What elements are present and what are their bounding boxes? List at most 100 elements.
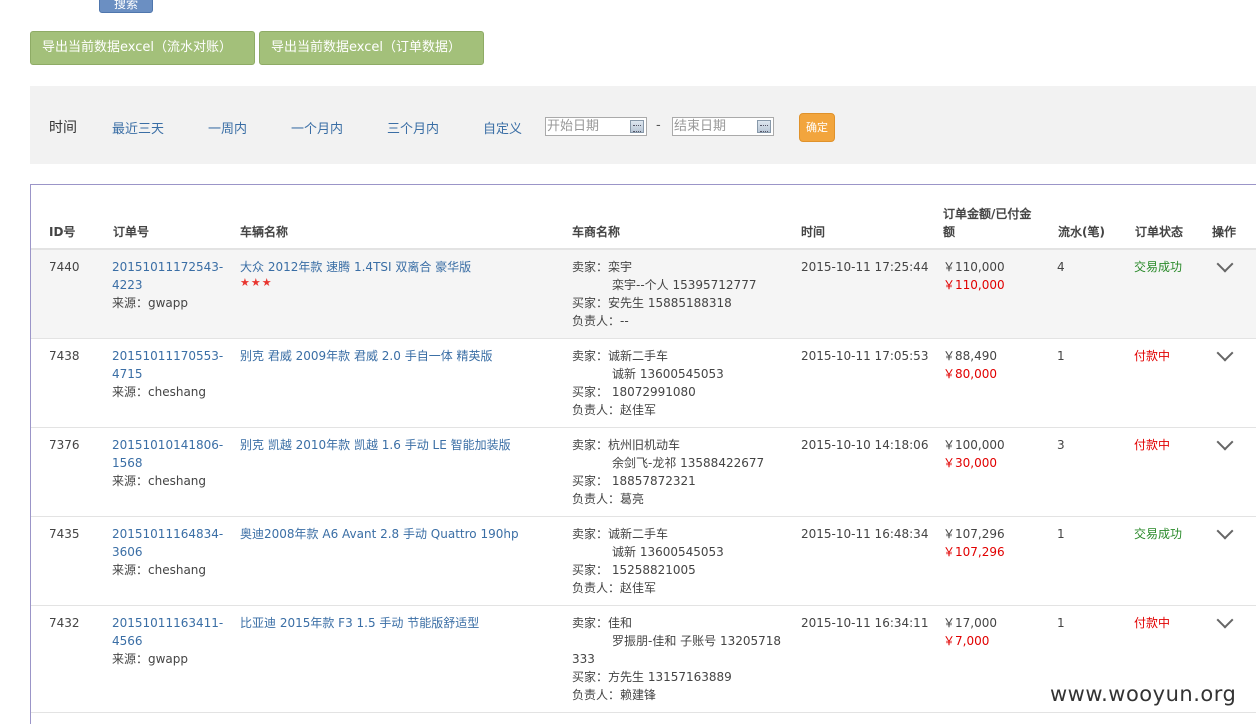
order-cell: 20151011172543-4223 来源：gwapp <box>112 258 227 312</box>
amount-cell: ￥110,000 ￥110,000 <box>943 258 1005 294</box>
header-amount-cont: 额 <box>943 225 956 239</box>
order-status: 付款中 <box>1134 616 1171 630</box>
amount-cell: ￥88,490 ￥80,000 <box>943 347 997 383</box>
header-action: 操作 <box>1212 225 1237 239</box>
seller-contact: 罗振朋-佳和 子账号 13205718 <box>612 634 782 648</box>
vehicle-name-link[interactable]: 奥迪2008年款 A6 Avant 2.8 手动 Quattro 190hp <box>240 525 519 543</box>
filter-custom[interactable]: 自定义 <box>483 118 522 137</box>
header-order-no: 订单号 <box>113 225 150 239</box>
vehicle-name-link[interactable]: 别克 君威 2009年款 君威 2.0 手自一体 精英版 <box>240 347 493 365</box>
row-id: 7438 <box>49 349 80 363</box>
header-time: 时间 <box>801 225 826 239</box>
seller-contact: 余剑飞-龙祁 13588422677 <box>612 456 765 470</box>
export-flow-excel-button[interactable]: 导出当前数据excel（流水对账） <box>30 31 255 65</box>
seller-contact: 诚新 13600545053 <box>612 545 724 559</box>
flow-count: 1 <box>1057 616 1065 630</box>
buyer-info: 买家： 15258821005 <box>572 563 696 577</box>
order-time: 2015-10-10 14:18:06 <box>801 438 929 452</box>
seller-contact: 诚新 13600545053 <box>612 367 724 381</box>
row-id: 7376 <box>49 438 80 452</box>
order-status: 付款中 <box>1134 349 1171 363</box>
end-date-input[interactable]: 结束日期 <box>672 117 774 136</box>
vehicle-name-link[interactable]: 别克 凯越 2010年款 凯越 1.6 手动 LE 智能加装版 <box>240 436 511 454</box>
row-id: 7435 <box>49 527 80 541</box>
filter-within-month[interactable]: 一个月内 <box>291 118 343 137</box>
seller-name: 卖家：诚新二手车 <box>572 527 669 541</box>
vehicle-cell: 比亚迪 2015年款 F3 1.5 手动 节能版舒适型 <box>240 614 479 632</box>
table-row: 7440 20151011172543-4223 来源：gwapp 大众 201… <box>31 250 1256 339</box>
manager-info: 负责人：葛亮 <box>572 492 645 506</box>
row-id: 7440 <box>49 260 80 274</box>
manager-info: 负责人：赖建锋 <box>572 688 657 702</box>
paid-amount: ￥110,000 <box>943 278 1005 292</box>
amount-cell: ￥17,000 ￥7,000 <box>943 614 997 650</box>
export-order-excel-button[interactable]: 导出当前数据excel（订单数据） <box>259 31 484 65</box>
seller-name: 卖家：栾宇 <box>572 260 633 274</box>
dealer-cell: 卖家：佳和 罗振朋-佳和 子账号 13205718 333 买家：方先生 131… <box>572 614 781 704</box>
chevron-down-icon[interactable] <box>1216 433 1234 451</box>
confirm-button[interactable]: 确定 <box>799 113 835 142</box>
order-number-link[interactable]: 20151011163411-4566 <box>112 614 227 650</box>
start-date-input[interactable]: 开始日期 <box>545 117 647 136</box>
order-number-link[interactable]: 20151011170553-4715 <box>112 347 227 383</box>
calendar-icon[interactable] <box>630 120 644 133</box>
order-time: 2015-10-11 16:48:34 <box>801 527 929 541</box>
header-flows: 流水(笔) <box>1058 225 1105 239</box>
dealer-cell: 卖家：杭州旧机动车 余剑飞-龙祁 13588422677 买家： 1885787… <box>572 436 764 508</box>
order-cell: 20151010141806-1568 来源：cheshang <box>112 436 227 490</box>
vehicle-cell: 奥迪2008年款 A6 Avant 2.8 手动 Quattro 190hp <box>240 525 519 543</box>
manager-info: 负责人：赵佳军 <box>572 581 657 595</box>
flow-count: 4 <box>1057 260 1065 274</box>
buyer-info: 买家：方先生 13157163889 <box>572 670 732 684</box>
seller-contact-cont: 333 <box>572 652 595 666</box>
time-filter-label: 时间 <box>49 120 77 136</box>
dealer-cell: 卖家：诚新二手车 诚新 13600545053 买家： 15258821005 … <box>572 525 724 597</box>
flow-count: 1 <box>1057 349 1065 363</box>
order-status: 交易成功 <box>1134 260 1183 274</box>
seller-name: 卖家：杭州旧机动车 <box>572 438 681 452</box>
order-number-link[interactable]: 20151011164834-3606 <box>112 525 227 561</box>
buyer-info: 买家：安先生 15885188318 <box>572 296 732 310</box>
header-id: ID号 <box>49 225 76 239</box>
chevron-down-icon[interactable] <box>1216 344 1234 362</box>
order-time: 2015-10-11 17:05:53 <box>801 349 929 363</box>
order-amount: ￥107,296 <box>943 527 1005 541</box>
amount-cell: ￥107,296 ￥107,296 <box>943 525 1005 561</box>
buyer-info: 买家： 18857872321 <box>572 474 696 488</box>
manager-info: 负责人：-- <box>572 314 629 328</box>
order-status: 付款中 <box>1134 438 1171 452</box>
order-source: 来源：gwapp <box>112 296 189 310</box>
chevron-down-icon[interactable] <box>1216 255 1234 273</box>
chevron-down-icon[interactable] <box>1216 611 1234 629</box>
manager-info: 负责人：赵佳军 <box>572 403 657 417</box>
vehicle-name-link[interactable]: 大众 2012年款 速腾 1.4TSI 双离合 豪华版 <box>240 258 471 276</box>
order-number-link[interactable]: 20151010141806-1568 <box>112 436 227 472</box>
calendar-icon[interactable] <box>757 120 771 133</box>
order-time: 2015-10-11 17:25:44 <box>801 260 929 274</box>
time-filter-bar: 时间 最近三天 一周内 一个月内 三个月内 自定义 开始日期 - 结束日期 确定 <box>30 86 1256 164</box>
header-amount: 订单金额/已付金 <box>943 207 1032 221</box>
paid-amount: ￥30,000 <box>943 456 997 470</box>
order-amount: ￥17,000 <box>943 616 997 630</box>
seller-name: 卖家：诚新二手车 <box>572 349 669 363</box>
order-number-link[interactable]: 20151011172543-4223 <box>112 258 227 294</box>
filter-within-week[interactable]: 一周内 <box>208 118 247 137</box>
order-cell: 20151011164834-3606 来源：cheshang <box>112 525 227 579</box>
order-amount: ￥88,490 <box>943 349 997 363</box>
amount-cell: ￥100,000 ￥30,000 <box>943 436 1005 472</box>
rating-stars-icon: ★★★ <box>240 276 273 289</box>
order-cell: 20151011170553-4715 来源：cheshang <box>112 347 227 401</box>
filter-last-three-days[interactable]: 最近三天 <box>112 118 164 137</box>
watermark: www.wooyun.org <box>1050 682 1237 706</box>
chevron-down-icon[interactable] <box>1216 522 1234 540</box>
header-status: 订单状态 <box>1135 225 1184 239</box>
row-id: 7432 <box>49 616 80 630</box>
paid-amount: ￥80,000 <box>943 367 997 381</box>
order-source: 来源：cheshang <box>112 474 207 488</box>
filter-within-three-months[interactable]: 三个月内 <box>387 118 439 137</box>
vehicle-name-link[interactable]: 比亚迪 2015年款 F3 1.5 手动 节能版舒适型 <box>240 614 479 632</box>
search-button[interactable]: 搜索 <box>99 0 153 13</box>
order-amount: ￥100,000 <box>943 438 1005 452</box>
order-cell: 20151011163411-4566 来源：gwapp <box>112 614 227 668</box>
order-status: 交易成功 <box>1134 527 1183 541</box>
